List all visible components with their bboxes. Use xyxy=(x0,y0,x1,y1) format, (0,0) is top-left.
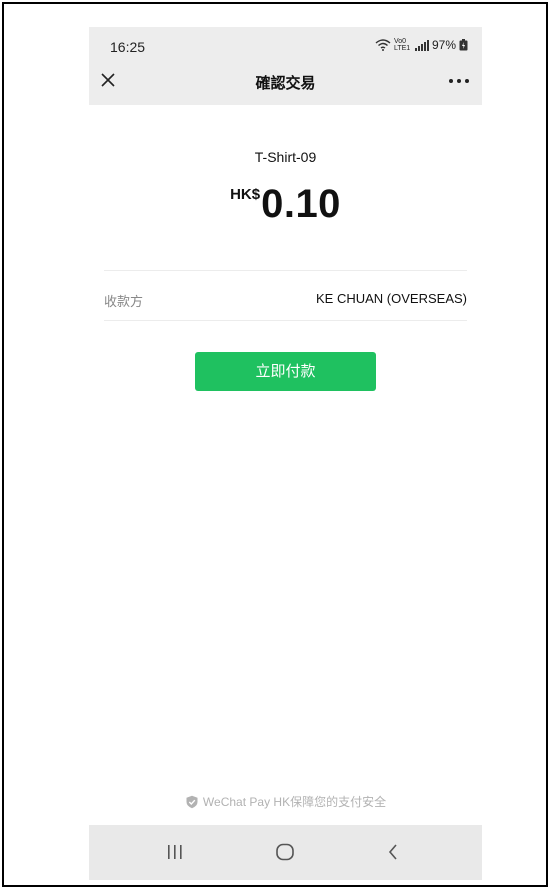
divider-top xyxy=(104,270,467,271)
payee-value: KE CHUAN (OVERSEAS) xyxy=(316,291,467,306)
pay-now-button[interactable]: 立即付款 xyxy=(195,352,376,391)
wifi-icon xyxy=(375,39,391,51)
shield-check-icon xyxy=(186,795,198,808)
back-icon[interactable] xyxy=(386,843,400,861)
payee-label: 收款方 xyxy=(104,294,144,309)
status-time: 16:25 xyxy=(110,39,146,55)
more-icon[interactable] xyxy=(448,78,470,84)
merchant-name: T-Shirt-09 xyxy=(254,149,317,165)
amount-value: 0.10 xyxy=(261,182,341,226)
divider-bottom xyxy=(104,320,467,321)
device-frame: 16:25 Vo0 LTE1 97% 確認交易 T-Shirt-09 HK$0.… xyxy=(2,2,548,887)
recent-apps-icon[interactable] xyxy=(165,843,185,861)
system-nav-bar xyxy=(89,825,482,880)
status-icons: Vo0 LTE1 97% xyxy=(375,38,468,52)
page-title: 確認交易 xyxy=(255,75,316,92)
top-bar: 16:25 Vo0 LTE1 97% 確認交易 xyxy=(89,27,482,105)
network-label: Vo0 LTE1 xyxy=(393,38,411,52)
battery-percent: 97% xyxy=(431,38,456,52)
phone-screen: 16:25 Vo0 LTE1 97% 確認交易 T-Shirt-09 HK$0.… xyxy=(89,27,482,880)
amount-row: HK$0.10 xyxy=(89,182,482,227)
security-note: WeChat Pay HK保障您的支付安全 xyxy=(89,793,482,810)
signal-icon xyxy=(414,39,429,51)
security-note-text: WeChat Pay HK保障您的支付安全 xyxy=(202,795,387,809)
home-icon[interactable] xyxy=(275,843,295,861)
currency-label: HK$ xyxy=(230,186,261,203)
battery-icon xyxy=(459,39,468,51)
